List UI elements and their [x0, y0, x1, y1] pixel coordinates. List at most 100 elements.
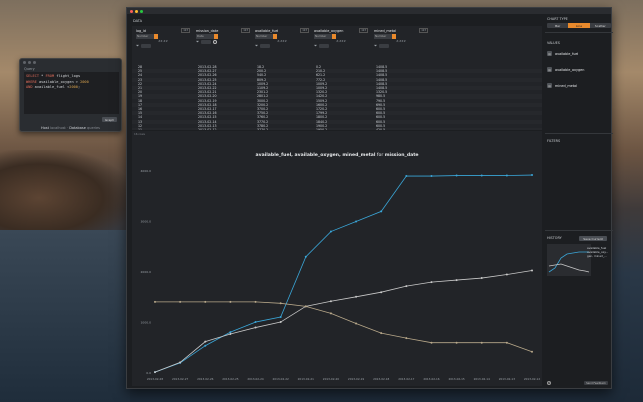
data-point-available_fuel [304, 255, 307, 258]
format-button[interactable] [379, 44, 390, 48]
main-window: DATA log_id 123 Number ##.## ⏷ mission_date 12… [126, 7, 613, 389]
minimize-icon[interactable] [135, 9, 138, 13]
sql-token: ; [77, 85, 81, 89]
dropdown-icon[interactable] [154, 34, 158, 39]
format-button[interactable] [141, 44, 152, 48]
column-type-tag[interactable]: 123 [359, 28, 368, 33]
column-header[interactable]: mined_metal 123 Number #,### ⏷ [374, 28, 428, 53]
history-label: gen, mined_... [587, 254, 607, 258]
value-label: available_oxygen [555, 67, 585, 72]
data-point-available_oxygen [229, 333, 232, 336]
value-icon: ▤ [547, 51, 552, 56]
filter-icon[interactable]: ⏷ [314, 44, 317, 48]
close-icon[interactable] [23, 60, 26, 64]
data-point-available_oxygen [355, 295, 358, 298]
sql-token: available_oxygen [38, 79, 76, 84]
column-name: available_fuel [255, 28, 279, 33]
graph-button[interactable]: Graph [102, 117, 117, 122]
minimize-icon[interactable] [28, 60, 31, 64]
data-point-mined_metal [430, 341, 433, 344]
data-point-available_fuel [329, 230, 332, 233]
toggle-icon[interactable] [213, 40, 218, 44]
chart-type-scatter[interactable]: Scatter [590, 23, 611, 28]
history-thumbnail[interactable] [547, 244, 591, 276]
sql-token: 2000 [69, 85, 78, 89]
zoom-icon[interactable] [33, 60, 36, 64]
data-point-mined_metal [254, 300, 257, 303]
x-tick-label: 2013-02-17 [398, 377, 414, 381]
send-feedback-button[interactable]: Send Feedback [584, 381, 608, 385]
sql-token: SELECT [26, 74, 42, 78]
table-cell: 11 [138, 128, 143, 130]
dropdown-icon[interactable] [392, 34, 396, 39]
table-cell: 1950.2 [316, 128, 328, 130]
filter-icon[interactable]: ⏷ [374, 44, 377, 48]
table-cell: 420.5 [376, 128, 386, 130]
x-tick-label: 2013-02-21 [298, 377, 314, 381]
column-type-tag[interactable]: 123 [419, 28, 428, 33]
divider [545, 230, 613, 231]
zoom-icon[interactable] [140, 9, 143, 13]
data-point-available_oxygen [531, 269, 533, 272]
data-point-available_oxygen [279, 321, 282, 324]
series-line-available_oxygen [154, 270, 533, 373]
data-table: log_id 123 Number ##.## ⏷ mission_date 123 Date… [132, 26, 542, 130]
filters-title: FILTERS [547, 139, 561, 143]
save-current-button[interactable]: Save Current [579, 236, 607, 241]
close-icon[interactable] [130, 9, 133, 13]
column-type-select[interactable]: Number [255, 34, 273, 39]
data-point-available_fuel [254, 321, 257, 324]
value-item-mined-metal[interactable]: ▤ mined_metal [547, 80, 611, 91]
data-point-available_oxygen [455, 279, 458, 282]
data-point-mined_metal [405, 337, 408, 340]
format-button[interactable] [260, 44, 271, 48]
table-row[interactable]: 11 2013-02-12 3770.2 1950.2 420.5 [132, 128, 542, 130]
data-point-available_oxygen [154, 371, 156, 374]
y-tick-label: 0.0 [146, 371, 151, 375]
column-type-tag[interactable]: 123 [300, 28, 309, 33]
column-type-select[interactable]: Number [314, 34, 332, 39]
column-header[interactable]: log_id 123 Number ##.## ⏷ [136, 28, 190, 53]
column-type-tag[interactable]: 123 [241, 28, 250, 33]
chart-type-line[interactable]: Line [568, 23, 590, 28]
column-type-tag[interactable]: 123 [181, 28, 190, 33]
wallpaper-sea [0, 230, 130, 402]
column-header[interactable]: mission_date 123 Date ⏷ [196, 28, 250, 53]
main-window-titlebar [127, 8, 611, 14]
column-type-select[interactable]: Number [374, 34, 392, 39]
filter-icon[interactable]: ⏷ [255, 44, 258, 48]
dropdown-icon[interactable] [273, 34, 277, 39]
filter-icon[interactable]: ⏷ [196, 40, 199, 44]
column-name: log_id [136, 28, 146, 33]
date-format-button[interactable] [201, 40, 212, 44]
help-icon[interactable]: ? [547, 381, 551, 385]
sql-editor[interactable]: SELECT * FROM flight_logs WHERE available… [24, 72, 119, 114]
value-item-available-oxygen[interactable]: ▤ available_oxygen [547, 64, 611, 75]
filter-icon[interactable]: ⏷ [136, 44, 139, 48]
chart-type-bar[interactable]: Bar [547, 23, 568, 28]
history-title: HISTORY [547, 236, 562, 240]
value-item-available-fuel[interactable]: ▤ available_fuel [547, 48, 611, 59]
data-point-mined_metal [229, 300, 232, 303]
history-sparkline [548, 251, 590, 273]
x-tick-label: 2013-02-24 [247, 377, 263, 381]
column-type-select[interactable]: Number [136, 34, 154, 39]
dropdown-icon[interactable] [332, 34, 336, 39]
data-point-available_oxygen [179, 361, 182, 364]
column-header[interactable]: available_fuel 123 Number #,### ⏷ [255, 28, 309, 53]
data-point-available_oxygen [505, 273, 508, 276]
column-format: #,### [396, 40, 406, 43]
column-header[interactable]: available_oxygen 123 Number #,### ⏷ [314, 28, 368, 53]
x-tick-label: 2013-02-26 [197, 377, 213, 381]
column-name: mined_metal [374, 28, 397, 33]
data-point-available_fuel [380, 210, 383, 213]
data-section-title: DATA [133, 19, 143, 23]
dropdown-icon[interactable] [214, 34, 218, 39]
data-point-available_fuel [505, 174, 508, 177]
format-button[interactable] [319, 44, 330, 48]
data-point-mined_metal [505, 341, 508, 344]
data-point-mined_metal [204, 300, 207, 303]
footer-queries: queries [87, 126, 100, 130]
y-tick-label: 4000.0 [141, 169, 152, 173]
data-point-available_fuel [279, 315, 282, 318]
